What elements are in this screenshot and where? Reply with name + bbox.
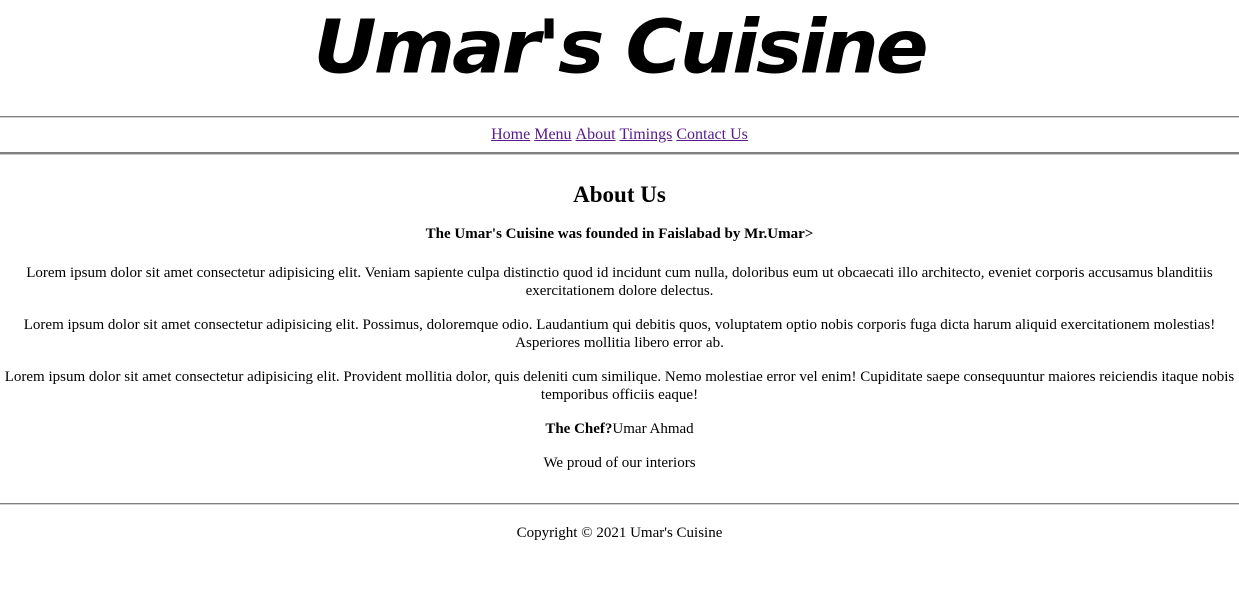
chef-name: Umar Ahmad: [612, 421, 694, 437]
about-section: About Us The Umar's Cuisine was founded …: [0, 181, 1239, 472]
about-paragraph-3: Lorem ipsum dolor sit amet consectetur a…: [4, 369, 1235, 403]
nav-link-timings[interactable]: Timings: [620, 126, 673, 144]
site-logo: Umar's Cuisine: [313, 5, 928, 91]
site-footer: Copyright © 2021 Umar's Cuisine: [0, 503, 1239, 542]
page-title: About Us: [573, 182, 666, 207]
nav-link-contact[interactable]: Contact Us: [676, 126, 748, 144]
nav-link-about[interactable]: About: [576, 126, 616, 144]
chef-label: The Chef?: [545, 421, 613, 437]
about-paragraph-1: Lorem ipsum dolor sit amet consectetur a…: [26, 265, 1213, 299]
nav-link-menu[interactable]: Menu: [534, 126, 571, 144]
founded-statement: The Umar's Cuisine was founded in Faisla…: [425, 226, 814, 242]
footer-divider: [0, 503, 1239, 505]
interiors-line: We proud of our interiors: [543, 455, 696, 471]
site-header: Umar's Cuisine: [0, 0, 1239, 116]
nav-link-home[interactable]: Home: [491, 126, 530, 144]
nav-divider: [0, 152, 1239, 155]
page: Umar's Cuisine Home Menu About Timings C…: [0, 0, 1239, 596]
chef-line: The Chef?Umar Ahmad: [0, 420, 1239, 438]
main-nav: Home Menu About Timings Contact Us: [0, 118, 1239, 152]
copyright-text: Copyright © 2021 Umar's Cuisine: [516, 525, 723, 541]
about-paragraph-2: Lorem ipsum dolor sit amet consectetur a…: [23, 317, 1216, 351]
